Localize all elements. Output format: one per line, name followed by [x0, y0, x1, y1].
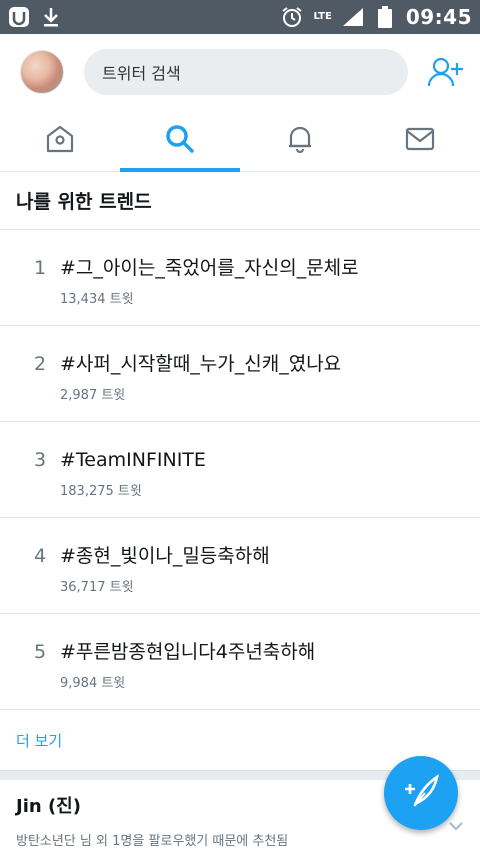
tab-notifications[interactable] [240, 110, 360, 171]
tab-bar [0, 110, 480, 172]
trend-item[interactable]: 2 #사퍼_시작할때_누가_신캐_였나요 2,987 트윗 [0, 326, 480, 422]
tab-search[interactable] [120, 110, 240, 172]
app-icon [8, 6, 30, 28]
trend-rank: 5 [34, 641, 47, 663]
trend-name: #TeamINFINITE [60, 449, 206, 471]
trend-count: 183,275 트윗 [60, 484, 142, 499]
suggestion-reason: 방탄소년단 님 외 1명을 팔로우했기 때문에 추천됨 [16, 834, 289, 849]
tab-messages[interactable] [360, 110, 480, 171]
chevron-down-icon[interactable] [448, 816, 464, 835]
trends-heading: 나를 위한 트렌드 [0, 172, 480, 230]
trend-item[interactable]: 1 #그_아이는_죽었어를_자신의_문체로 13,434 트윗 [0, 230, 480, 326]
trend-count: 36,717 트윗 [60, 580, 134, 595]
trend-name: #사퍼_시작할때_누가_신캐_였나요 [60, 353, 342, 375]
trend-item[interactable]: 3 #TeamINFINITE 183,275 트윗 [0, 422, 480, 518]
tab-home[interactable] [0, 110, 120, 171]
signal-icon [342, 6, 364, 28]
trend-name: #푸른밤종현입니다4주년축하해 [60, 641, 316, 663]
trend-name: #종현_빛이나_밀등축하해 [60, 545, 270, 567]
trend-rank: 3 [34, 449, 47, 471]
home-icon [45, 124, 75, 158]
compose-tweet-button[interactable] [384, 756, 458, 830]
compose-feather-icon [401, 773, 441, 813]
trend-name: #그_아이는_죽었어를_자신의_문체로 [60, 257, 359, 279]
download-icon [40, 6, 62, 28]
trend-rank: 4 [34, 545, 47, 567]
status-bar: LTE 09:45 [0, 0, 480, 34]
trend-count: 9,984 트윗 [60, 676, 126, 691]
bell-icon [285, 124, 315, 158]
add-user-icon[interactable] [428, 54, 464, 90]
alarm-icon [281, 6, 303, 28]
battery-icon [374, 6, 396, 28]
trend-item[interactable]: 4 #종현_빛이나_밀등축하해 36,717 트윗 [0, 518, 480, 614]
trend-rank: 1 [34, 257, 47, 279]
clock: 09:45 [405, 5, 472, 29]
trend-rank: 2 [34, 353, 47, 375]
trend-count: 2,987 트윗 [60, 388, 126, 403]
search-icon [165, 124, 195, 158]
avatar[interactable] [20, 50, 64, 94]
top-header: 트위터 검색 [0, 34, 480, 110]
trend-count: 13,434 트윗 [60, 292, 134, 307]
mail-icon [405, 126, 435, 156]
search-input[interactable]: 트위터 검색 [84, 49, 408, 95]
trend-item[interactable]: 5 #푸른밤종현입니다4주년축하해 9,984 트윗 [0, 614, 480, 710]
network-label: LTE [313, 11, 332, 22]
